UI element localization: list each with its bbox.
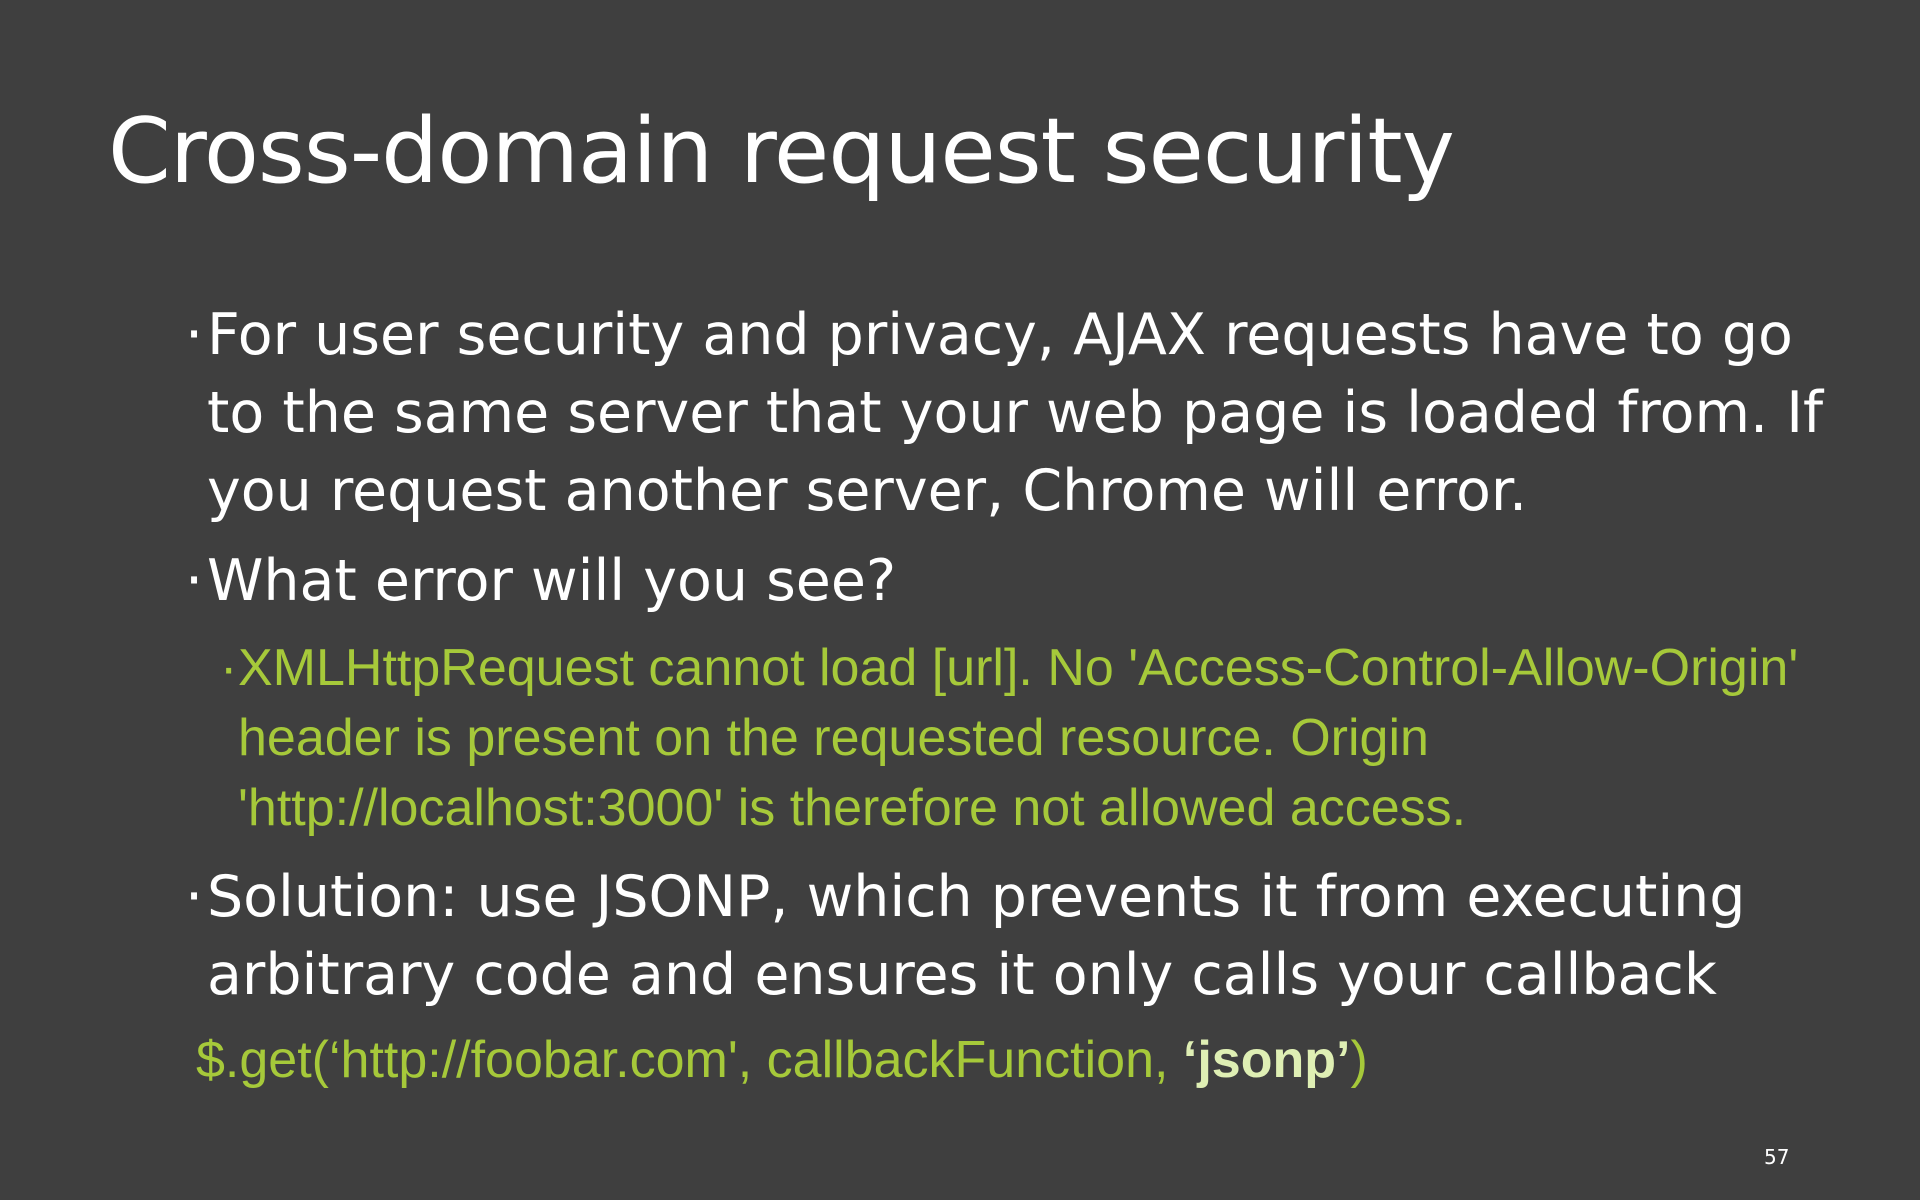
bullet-item: · For user security and privacy, AJAX re… — [185, 296, 1845, 530]
bullet-text: What error will you see? — [207, 548, 897, 614]
slide-title: Cross-domain request security — [108, 99, 1455, 204]
bullet-marker: · — [220, 639, 238, 697]
bullet-text: Solution: use JSONP, which prevents it f… — [207, 864, 1746, 1008]
bullet-text: For user security and privacy, AJAX requ… — [207, 302, 1824, 524]
bullet-marker: · — [185, 548, 204, 614]
bullet-marker: · — [185, 302, 204, 368]
code-prefix: $.get(‘http://foobar.com', callbackFunct… — [196, 1031, 1183, 1089]
code-suffix: ) — [1350, 1031, 1368, 1089]
bullet-item: · What error will you see? — [185, 542, 1845, 620]
page-number: 57 — [1764, 1145, 1790, 1169]
code-snippet: $.get(‘http://foobar.com', callbackFunct… — [196, 1025, 1368, 1095]
bullet-marker: · — [185, 864, 204, 930]
slide: Cross-domain request security · For user… — [0, 0, 1920, 1200]
sub-bullet-item: · XMLHttpRequest cannot load [url]. No '… — [220, 633, 1840, 843]
code-jsonp-argument: ‘jsonp’ — [1182, 1031, 1351, 1089]
error-message-text: XMLHttpRequest cannot load [url]. No 'Ac… — [238, 639, 1799, 837]
bullet-item: · Solution: use JSONP, which prevents it… — [185, 858, 1845, 1014]
